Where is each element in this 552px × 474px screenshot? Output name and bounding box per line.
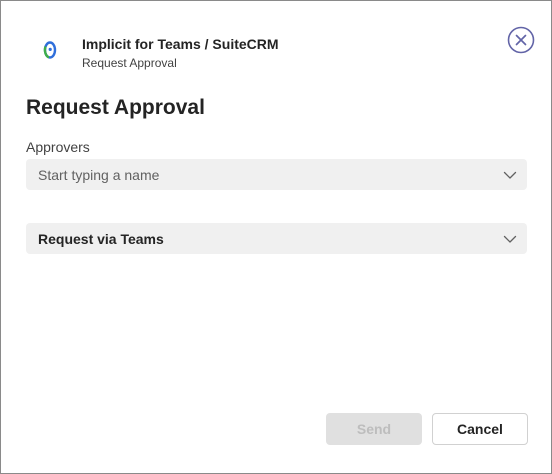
send-button[interactable]: Send — [326, 413, 422, 445]
chevron-down-icon — [503, 235, 517, 243]
approvers-picker[interactable]: Start typing a name — [26, 159, 527, 190]
chevron-down-icon — [503, 171, 517, 179]
page-title: Request Approval — [26, 96, 205, 119]
request-method-value: Request via Teams — [38, 230, 164, 247]
app-name: Implicit for Teams / SuiteCRM — [82, 36, 279, 52]
header-text: Implicit for Teams / SuiteCRM Request Ap… — [82, 31, 279, 71]
approvers-placeholder: Start typing a name — [38, 166, 160, 183]
request-method-dropdown[interactable]: Request via Teams — [26, 223, 527, 254]
close-icon[interactable] — [507, 26, 535, 54]
dialog-subtitle: Request Approval — [82, 56, 177, 70]
cancel-button[interactable]: Cancel — [432, 413, 528, 445]
approvers-label: Approvers — [26, 139, 90, 155]
dialog-header: Implicit for Teams / SuiteCRM Request Ap… — [37, 31, 279, 71]
request-approval-dialog: Implicit for Teams / SuiteCRM Request Ap… — [0, 0, 552, 474]
implicit-logo-icon — [43, 41, 57, 59]
